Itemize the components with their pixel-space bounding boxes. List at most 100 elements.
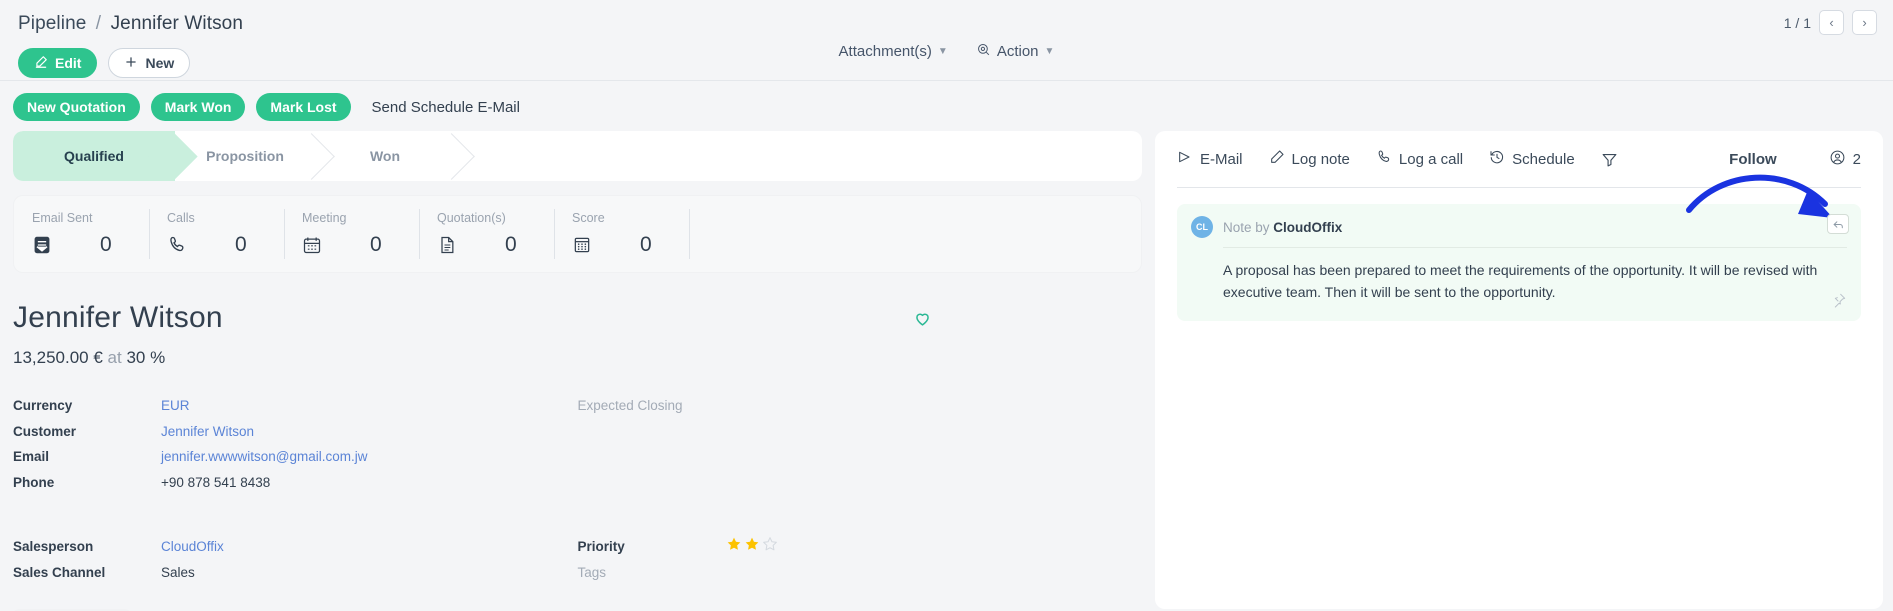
clock-rewind-icon [1489,149,1505,169]
star-empty-icon[interactable] [762,536,778,557]
note-author-line: Note by CloudOffix [1223,220,1342,235]
top-bar: Pipeline / Jennifer Witson Edit New Atta… [0,0,1893,80]
mark-won-button[interactable]: Mark Won [150,93,246,121]
action-dropdown[interactable]: Action ▼ [976,42,1055,61]
follow-button[interactable]: Follow [1729,151,1777,168]
stat-value: 0 [235,233,247,256]
stat-email-sent[interactable]: Email Sent 0 [14,196,149,272]
chatter-card: E-Mail Log note Log a call Schedule Foll… [1155,131,1883,609]
field-grid-bottom: Salesperson CloudOffix Sales Channel Sal… [13,536,1143,590]
field-label: Currency [13,398,73,413]
breadcrumb-separator: / [95,13,102,34]
field-label: Email [13,449,50,464]
field-label: Expected Closing [577,398,683,413]
field-label: Phone [13,474,55,490]
send-icon [1177,149,1193,169]
pencil-icon [1269,149,1285,169]
stage-proposition[interactable]: Proposition [175,131,315,181]
field-column-right-2: Priority Tags [577,536,1143,590]
field-column-right: Expected Closing [578,398,1143,500]
attachments-dropdown[interactable]: Attachment(s) ▼ [839,43,948,60]
chevron-down-icon: ▼ [937,46,948,57]
chatter-note-message: CL Note by CloudOffix A proposal has bee… [1177,174,1861,322]
field-row-currency: Currency EUR [13,398,578,424]
field-label: Salesperson [13,539,94,554]
pager-prev-button[interactable]: ‹ [1819,10,1844,35]
user-circle-icon [1829,149,1846,170]
field-row-expected-closing: Expected Closing [578,398,1143,424]
chatter-divider [1177,187,1861,188]
field-row-phone: Phone +90 878 541 8438 [13,475,578,501]
field-value-customer[interactable]: Jennifer Witson [161,424,254,439]
field-row-customer: Customer Jennifer Witson [13,424,578,450]
field-value-email[interactable]: jennifer.wwwwitson@gmail.com.jw [161,449,368,464]
page-title: Jennifer Witson [13,301,223,334]
stage-qualified[interactable]: Qualified [13,131,175,181]
chatter-panel: E-Mail Log note Log a call Schedule Foll… [1155,131,1893,609]
new-button[interactable]: New [108,48,191,78]
stat-meeting[interactable]: Meeting 0 [284,196,419,272]
record-title-block: Jennifer Witson 13,250.00 € at 30 % [13,279,1142,368]
stat-label: Email Sent [32,211,93,225]
field-value-phone: +90 878 541 8438 [161,474,271,490]
inbox-icon [32,235,52,255]
calculator-icon [572,235,592,255]
field-label: Priority [577,539,625,554]
log-call-button[interactable]: Log a call [1376,149,1463,169]
field-value-sales-channel: Sales [161,564,195,580]
stat-calls[interactable]: Calls 0 [149,196,284,272]
stat-quotations[interactable]: Quotation(s) 0 [419,196,554,272]
field-label: Tags [577,564,607,580]
followers-count: 2 [1852,150,1861,168]
chevron-down-icon: ▼ [1044,46,1055,57]
star-filled-icon[interactable] [744,536,760,557]
email-button-label: E-Mail [1200,150,1243,168]
field-grid-gap [13,500,1142,522]
stat-label: Score [572,211,605,225]
stat-label: Meeting [302,211,347,225]
stat-value: 0 [505,233,517,256]
filter-icon[interactable] [1601,151,1618,168]
pin-icon[interactable] [1831,292,1847,313]
send-schedule-email-button[interactable]: Send Schedule E-Mail [372,99,520,116]
expected-revenue: 13,250.00 € [13,348,103,367]
pipeline-stage-bar: Qualified Proposition Won [13,131,1142,181]
pencil-icon [34,55,48,72]
edit-button-label: Edit [55,55,82,71]
schedule-button[interactable]: Schedule [1489,149,1575,169]
phone-icon [167,235,187,255]
new-quotation-button[interactable]: New Quotation [13,93,140,121]
star-filled-icon[interactable] [726,536,742,557]
probability: 30 % [126,348,166,367]
pager-next-button[interactable]: › [1852,10,1877,35]
action-label: Action [996,43,1039,60]
breadcrumb-root[interactable]: Pipeline [18,13,86,34]
field-grid-top: Currency EUR Customer Jennifer Witson Em… [13,398,1142,500]
mark-lost-button[interactable]: Mark Lost [256,93,351,121]
breadcrumb: Pipeline / Jennifer Witson [18,0,1875,35]
stat-label: Calls [167,211,195,225]
stat-score[interactable]: Score 0 [554,196,689,272]
record-pager: 1 / 1 ‹ › [1784,10,1877,35]
log-note-button[interactable]: Log note [1269,149,1350,169]
stat-value: 0 [370,233,382,256]
priority-star-rating[interactable] [726,536,778,557]
favorite-heart-icon[interactable] [913,309,932,333]
field-row-email: Email jennifer.wwwwitson@gmail.com.jw [13,449,578,475]
stat-label: Quotation(s) [437,211,506,225]
status-action-chips: New Quotation Mark Won Mark Lost Send Sc… [0,81,1893,131]
new-button-label: New [145,55,175,71]
avatar[interactable]: CL [1191,216,1213,238]
stage-won[interactable]: Won [315,131,455,181]
edit-button[interactable]: Edit [18,48,98,78]
field-value-currency[interactable]: EUR [161,398,190,413]
document-icon [437,235,457,255]
field-column-left: Currency EUR Customer Jennifer Witson Em… [13,398,578,500]
field-value-salesperson[interactable]: CloudOffix [161,539,224,554]
record-form-panel: Qualified Proposition Won Email Sent 0 C… [0,131,1155,609]
activity-stat-strip: Email Sent 0 Calls 0 Meeting 0 Quotation… [13,195,1142,273]
email-button[interactable]: E-Mail [1177,149,1243,169]
note-header: CL Note by CloudOffix [1191,216,1847,238]
followers-button[interactable]: 2 [1829,149,1861,170]
reply-button[interactable] [1827,214,1849,234]
